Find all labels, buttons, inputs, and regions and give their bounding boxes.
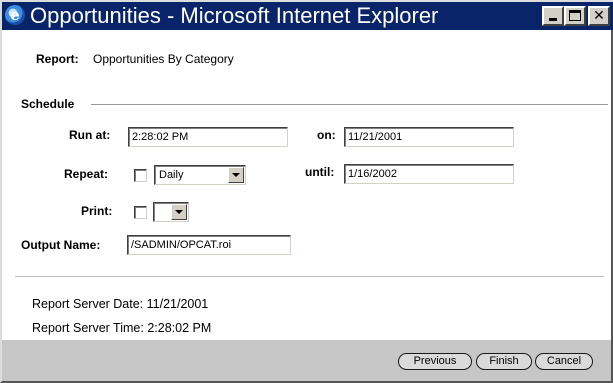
output-name-label: Output Name: <box>21 238 101 252</box>
print-label: Print: <box>81 204 113 218</box>
close-icon: ✕ <box>593 7 605 23</box>
minimize-button[interactable] <box>542 6 564 26</box>
window-title: Opportunities - Microsoft Internet Explo… <box>30 3 439 28</box>
print-select[interactable] <box>153 202 189 222</box>
ie-logo-icon: e <box>5 5 25 25</box>
previous-button[interactable]: Previous <box>398 353 472 370</box>
maximize-icon <box>569 10 581 21</box>
repeat-label: Repeat: <box>64 167 109 181</box>
repeat-select[interactable]: Daily <box>154 165 246 185</box>
ie-window: e Opportunities - Microsoft Internet Exp… <box>0 0 613 383</box>
report-name: Opportunities By Category <box>93 52 234 66</box>
repeat-checkbox[interactable] <box>134 169 147 182</box>
output-name-input[interactable]: /SADMIN/OPCAT.roi <box>127 235 291 255</box>
until-label: until: <box>305 165 335 179</box>
report-server-time: Report Server Time: 2:28:02 PM <box>32 321 212 335</box>
finish-button[interactable]: Finish <box>476 353 532 370</box>
cancel-button[interactable]: Cancel <box>535 353 593 370</box>
print-checkbox[interactable] <box>134 206 147 219</box>
on-label: on: <box>317 128 336 142</box>
until-date-input[interactable]: 1/16/2002 <box>344 164 514 184</box>
repeat-select-value: Daily <box>159 169 184 181</box>
report-server-date: Report Server Date: 11/21/2001 <box>32 297 209 311</box>
run-at-label: Run at: <box>69 128 111 142</box>
schedule-divider <box>91 104 608 105</box>
report-label: Report: <box>36 52 79 66</box>
title-bar[interactable]: e Opportunities - Microsoft Internet Exp… <box>2 0 613 30</box>
button-bar: Previous Finish Cancel <box>2 340 611 381</box>
chevron-down-icon[interactable] <box>171 204 187 220</box>
chevron-down-icon[interactable] <box>228 167 244 183</box>
schedule-heading: Schedule <box>21 97 75 111</box>
close-button[interactable]: ✕ <box>588 6 610 26</box>
run-at-input[interactable]: 2:28:02 PM <box>128 127 288 147</box>
on-date-input[interactable]: 11/21/2001 <box>344 127 514 147</box>
section-separator <box>15 276 604 277</box>
minimize-icon <box>549 18 557 21</box>
maximize-button[interactable] <box>564 6 586 26</box>
